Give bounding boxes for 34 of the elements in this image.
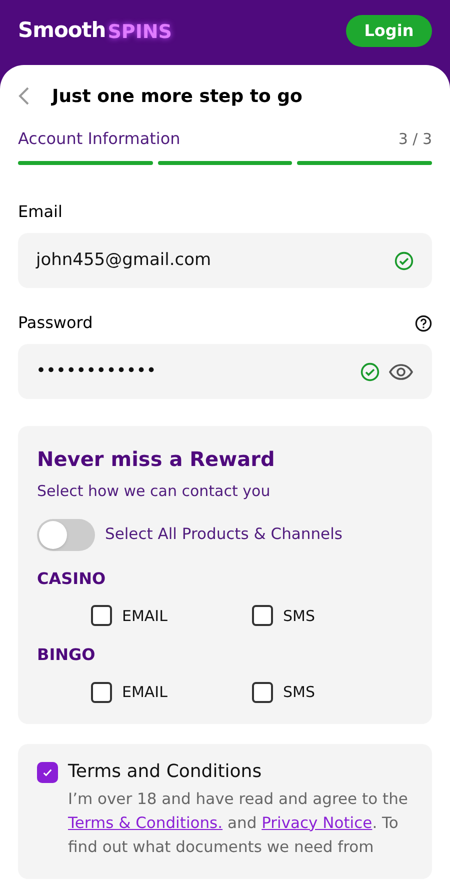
field-label: Email	[18, 201, 62, 223]
checkbox[interactable]	[37, 762, 58, 782]
page-title: Just one more step to go	[52, 84, 302, 108]
toggle-label: Select All Products & Channels	[105, 524, 342, 545]
field-label: Password	[18, 312, 93, 334]
checkbox[interactable]	[91, 605, 112, 626]
check-circle-icon	[394, 250, 414, 270]
card-subtitle: Select how we can contact you	[37, 481, 272, 502]
terms-link[interactable]: Terms & Conditions.	[68, 814, 223, 832]
checkbox[interactable]	[91, 682, 112, 703]
check-circle-icon	[360, 362, 380, 382]
card-title: Never miss a Reward	[37, 446, 276, 473]
group-heading: BINGO	[37, 644, 96, 666]
toggle-switch[interactable]	[37, 518, 95, 550]
group-heading: CASINO	[37, 568, 107, 590]
terms-text: I’m over 18 and have read and agree to the Terms & Conditions. and Privacy Notice. To find out what documents we need from	[68, 788, 409, 858]
step-label: Account Information	[18, 128, 180, 150]
login-button[interactable]: Login	[346, 14, 432, 46]
email-field[interactable]: john455@gmail.com	[18, 233, 432, 288]
eye-icon[interactable]	[388, 362, 414, 382]
checkbox[interactable]	[252, 605, 273, 626]
terms-title: Terms and Conditions	[68, 760, 263, 784]
back-icon[interactable]	[18, 86, 30, 106]
password-field[interactable]: ••••••••••••	[18, 344, 432, 399]
option-label: SMS	[283, 606, 315, 626]
option-label: EMAIL	[122, 682, 168, 703]
step-count: 3 / 3	[398, 128, 432, 150]
help-icon[interactable]	[415, 314, 432, 332]
logo: Smooth SPINS	[18, 16, 172, 45]
checkmark-icon	[42, 766, 53, 778]
option-label: EMAIL	[122, 606, 168, 626]
option-label: SMS	[283, 682, 315, 703]
checkbox[interactable]	[252, 682, 273, 703]
privacy-link[interactable]: Privacy Notice	[262, 814, 372, 832]
